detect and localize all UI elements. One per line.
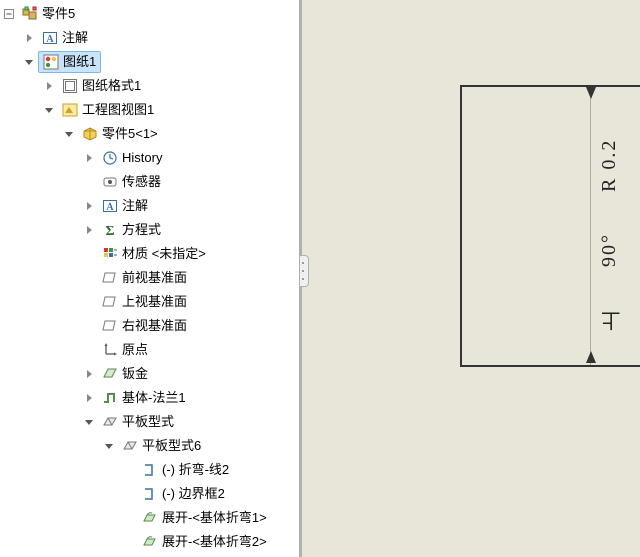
tree-item-history[interactable]: History (0, 146, 299, 170)
arrowhead-icon (586, 87, 596, 99)
tree-label: 图纸1 (63, 52, 96, 72)
tree-label: 前视基准面 (122, 268, 187, 288)
tree-label: 方程式 (122, 220, 161, 240)
tree-item-material[interactable]: 材质 <未指定> (0, 242, 299, 266)
tree-item-sheetmetal[interactable]: 钣金 (0, 362, 299, 386)
equation-icon: Σ (102, 222, 118, 238)
chevron-right-icon[interactable] (82, 367, 96, 381)
flat-pattern-icon (122, 438, 138, 454)
chevron-right-icon[interactable] (82, 199, 96, 213)
tree-item-baseflange[interactable]: 基体-法兰1 (0, 386, 299, 410)
tree-label: History (122, 148, 162, 168)
tree-item-unfold2[interactable]: 展开-<基体折弯2> (0, 530, 299, 554)
tree-label: 零件5 (42, 4, 75, 24)
chevron-right-icon[interactable] (82, 151, 96, 165)
tree-item-flatpattern[interactable]: 平板型式 (0, 410, 299, 434)
tree-label: 原点 (122, 340, 148, 360)
sketch-icon (142, 462, 158, 478)
tree-item-sensors[interactable]: 传感器 (0, 170, 299, 194)
tree-label: (-) 边界框2 (162, 484, 225, 504)
svg-text:A: A (106, 202, 114, 213)
tree-label: 展开-<基体折弯2> (162, 532, 267, 552)
tree-item-part-ref[interactable]: 零件5<1> (0, 122, 299, 146)
sheetmetal-icon (102, 366, 118, 382)
drawing-view-icon (62, 102, 78, 118)
feature-tree-panel[interactable]: 零件5 A 注解 (0, 0, 300, 557)
tree-label: 平板型式 (122, 412, 174, 432)
tree-item-topplane[interactable]: 上视基准面 (0, 290, 299, 314)
base-flange-icon (102, 390, 118, 406)
sheet-format-icon (62, 78, 78, 94)
tree-label: 注解 (122, 196, 148, 216)
chevron-right-icon[interactable] (22, 31, 36, 45)
tree-item-sheetformat[interactable]: 图纸格式1 (0, 74, 299, 98)
chevron-down-icon[interactable] (22, 55, 36, 69)
tree-item-flatpattern6[interactable]: 平板型式6 (0, 434, 299, 458)
plane-icon (102, 270, 118, 286)
tree-label: 基体-法兰1 (122, 388, 186, 408)
tree-item-rightplane[interactable]: 右视基准面 (0, 314, 299, 338)
tree-label: 传感器 (122, 172, 161, 192)
arrowhead-icon (586, 351, 596, 363)
tree-label: 平板型式6 (142, 436, 201, 456)
tree-item-sheet1[interactable]: 图纸1 (0, 50, 299, 74)
annotation-icon: A (102, 198, 118, 214)
dimension-text-angle: 90° (598, 225, 621, 275)
feature-tree[interactable]: 零件5 A 注解 (0, 0, 299, 557)
tree-item-frontplane[interactable]: 前视基准面 (0, 266, 299, 290)
chevron-down-icon[interactable] (82, 415, 96, 429)
tree-item-annotations2[interactable]: A 注解 (0, 194, 299, 218)
tree-label: 工程图视图1 (82, 100, 154, 120)
tree-item-boundingbox[interactable]: (-) 边界框2 (0, 482, 299, 506)
splitter-handle[interactable] (300, 255, 309, 287)
tree-label: 钣金 (122, 364, 148, 384)
chevron-right-icon[interactable] (82, 391, 96, 405)
sensor-icon (102, 174, 118, 190)
tree-label: 上视基准面 (122, 292, 187, 312)
unfold-icon (142, 510, 158, 526)
tree-label: 展开-<基体折弯1> (162, 508, 267, 528)
chevron-right-icon[interactable] (82, 223, 96, 237)
chevron-down-icon[interactable] (102, 439, 116, 453)
plane-icon (102, 318, 118, 334)
tree-root-part[interactable]: 零件5 (0, 2, 299, 26)
tree-label: 注解 (62, 28, 88, 48)
dimension-line (590, 87, 591, 365)
sketch-icon (142, 486, 158, 502)
tree-label: 零件5<1> (102, 124, 158, 144)
tree-label: 图纸格式1 (82, 76, 141, 96)
expander-icon[interactable] (2, 7, 16, 21)
chevron-down-icon[interactable] (42, 103, 56, 117)
flat-pattern-icon (102, 414, 118, 430)
tree-label: 右视基准面 (122, 316, 187, 336)
plane-icon (102, 294, 118, 310)
tree-label: 材质 <未指定> (122, 244, 206, 264)
part-ref-icon (82, 126, 98, 142)
dimension-text-direction: 上 (598, 295, 627, 345)
tree-item-drawingview[interactable]: 工程图视图1 (0, 98, 299, 122)
tree-item-bendline[interactable]: (-) 折弯-线2 (0, 458, 299, 482)
sheet-icon (43, 54, 59, 70)
tree-item-origin[interactable]: 原点 (0, 338, 299, 362)
drawing-canvas[interactable]: R 0.2 90° 上 (300, 0, 640, 557)
history-icon (102, 150, 118, 166)
dimension-text-radius: R 0.2 (598, 120, 621, 210)
tree-label: (-) 折弯-线2 (162, 460, 229, 480)
chevron-right-icon[interactable] (42, 79, 56, 93)
unfold-icon (142, 534, 158, 550)
tree-item-annotations[interactable]: A 注解 (0, 26, 299, 50)
part-icon (22, 6, 38, 22)
origin-icon (102, 342, 118, 358)
svg-text:A: A (46, 34, 54, 45)
material-icon (102, 246, 118, 262)
annotation-icon: A (42, 30, 58, 46)
tree-item-unfold1[interactable]: 展开-<基体折弯1> (0, 506, 299, 530)
svg-text:Σ: Σ (105, 224, 114, 238)
chevron-down-icon[interactable] (62, 127, 76, 141)
tree-item-equations[interactable]: Σ 方程式 (0, 218, 299, 242)
